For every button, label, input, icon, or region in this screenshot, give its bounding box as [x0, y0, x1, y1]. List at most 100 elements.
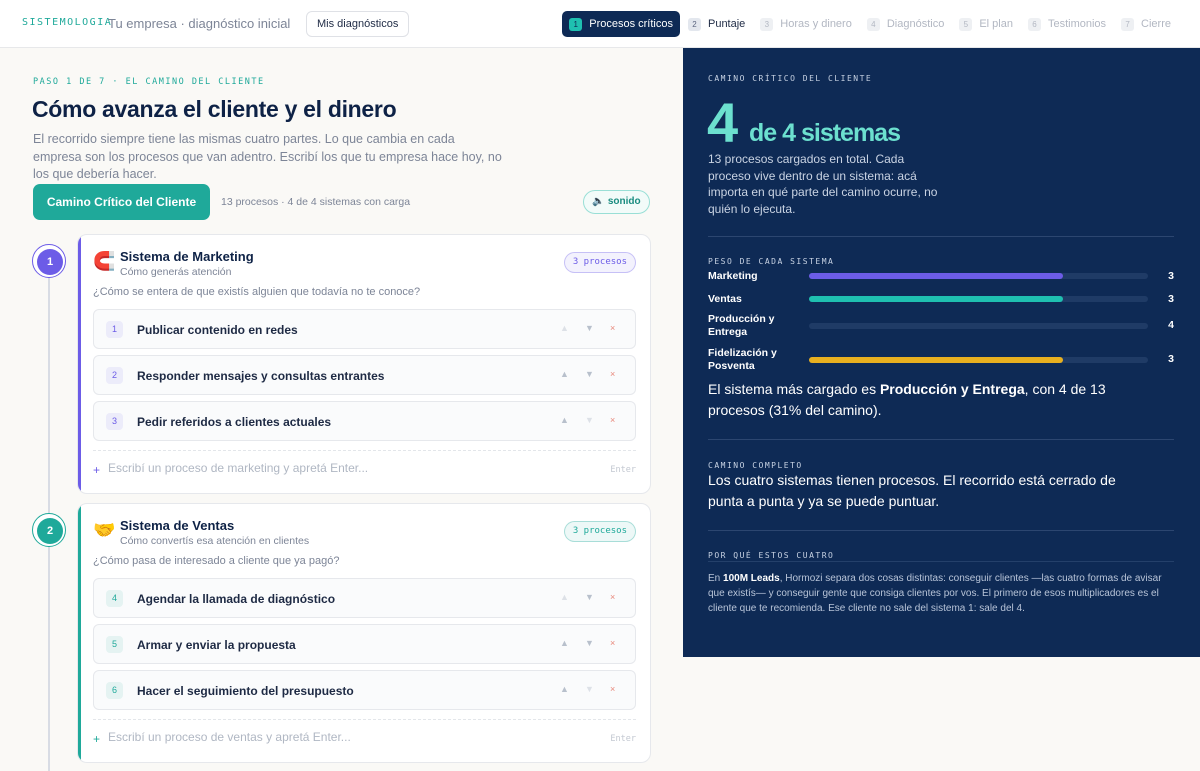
- brand-logo[interactable]: SISTEMOLOGIA: [22, 17, 112, 28]
- step-number: 6: [1027, 17, 1041, 31]
- step-label: Testimonios: [1047, 18, 1107, 30]
- step-label: Procesos críticos: [589, 18, 673, 30]
- enter-hint: Enter: [610, 734, 636, 744]
- process-row: 5 Armar y enviar la propuesta ▲ ▼ ×: [93, 624, 636, 664]
- panel-description: 13 procesos cargados en total. Cada proc…: [708, 152, 938, 216]
- card-accent: [78, 235, 81, 493]
- process-row: 2 Responder mensajes y consultas entrante…: [93, 355, 636, 395]
- step-tab-7[interactable]: 7 Cierre: [1114, 11, 1178, 37]
- weight-value: 4: [1168, 319, 1174, 331]
- heaviest-prefix: El sistema más cargado es: [708, 381, 880, 397]
- page-title: Cómo avanza el cliente y el dinero: [32, 96, 397, 122]
- process-name[interactable]: Publicar contenido en redes: [137, 323, 298, 337]
- heaviest-note: El sistema más cargado es Producción y E…: [708, 379, 1138, 421]
- step-number: 5: [959, 17, 973, 31]
- process-name[interactable]: Hacer el seguimiento del presupuesto: [137, 684, 354, 698]
- move-up-icon[interactable]: ▲: [560, 415, 569, 425]
- why-book: 100M Leads: [723, 573, 780, 584]
- step-label: Horas y dinero: [780, 18, 852, 30]
- weight-bar: [809, 273, 1064, 279]
- process-number: 1: [106, 321, 123, 338]
- step-number: 4: [866, 17, 880, 31]
- why-label: POR QUÉ ESTOS CUATRO: [708, 551, 835, 560]
- company-label: Tu empresa · diagnóstico inicial: [108, 16, 291, 31]
- move-up-icon[interactable]: ▲: [560, 684, 569, 694]
- weight-bar: [809, 296, 1064, 302]
- enter-hint: Enter: [610, 465, 636, 475]
- step-label: El plan: [979, 18, 1013, 30]
- divider: [708, 236, 1174, 237]
- system-subtitle: Cómo convertís esa atención en clientes: [120, 535, 310, 547]
- step-tab-5[interactable]: 5 El plan: [952, 11, 1020, 37]
- move-down-icon[interactable]: ▼: [585, 415, 594, 425]
- process-number: 5: [106, 636, 123, 653]
- why-text: En 100M Leads, Hormozi separa dos cosas …: [708, 571, 1168, 616]
- step-tab-1[interactable]: 1 Procesos críticos: [562, 11, 680, 37]
- weight-value: 3: [1168, 293, 1174, 305]
- my-diagnostics-button[interactable]: Mis diagnósticos: [306, 11, 410, 37]
- step-label: Cierre: [1141, 18, 1171, 30]
- move-up-icon[interactable]: ▲: [560, 638, 569, 648]
- critical-path-button[interactable]: Camino Crítico del Cliente: [33, 184, 210, 220]
- remove-icon[interactable]: ×: [610, 592, 615, 602]
- system-card: 🧲 Sistema de Marketing Cómo generás atenci…: [77, 234, 651, 494]
- top-bar: SISTEMOLOGIA Tu empresa · diagnóstico in…: [0, 0, 1200, 48]
- weight-track: [809, 357, 1148, 363]
- system-title: Sistema de Ventas: [120, 518, 235, 533]
- remove-icon[interactable]: ×: [610, 323, 615, 333]
- move-down-icon[interactable]: ▼: [585, 638, 594, 648]
- divider: [708, 530, 1174, 531]
- remove-icon[interactable]: ×: [610, 415, 615, 425]
- step-tab-2[interactable]: 2 Puntaje: [681, 11, 752, 37]
- remove-icon[interactable]: ×: [610, 638, 615, 648]
- sound-toggle[interactable]: 🔈 sonido: [583, 190, 650, 214]
- step-tab-3[interactable]: 3 Horas y dinero: [753, 11, 859, 37]
- divider: [708, 439, 1174, 440]
- add-process-input[interactable]: [108, 730, 588, 744]
- system-question: ¿Cómo pasa de interesado a cliente que y…: [93, 555, 340, 567]
- weight-label: PESO DE CADA SISTEMA: [708, 257, 835, 266]
- system-subtitle: Cómo generás atención: [120, 266, 232, 278]
- systems-count: 4: [707, 91, 738, 154]
- step-label: Diagnóstico: [886, 18, 945, 30]
- remove-icon[interactable]: ×: [610, 369, 615, 379]
- move-down-icon[interactable]: ▼: [585, 684, 594, 694]
- step-kicker: PASO 1 DE 7 · EL CAMINO DEL CLIENTE: [33, 77, 265, 87]
- system-card: 🤝 Sistema de Ventas Cómo convertís esa ate…: [77, 503, 651, 763]
- system-step-node: 1: [32, 244, 66, 278]
- system-step-number: 2: [37, 518, 63, 544]
- move-down-icon[interactable]: ▼: [585, 323, 594, 333]
- weight-value: 3: [1168, 270, 1174, 282]
- add-process-row: + Enter: [93, 450, 636, 480]
- process-row: 4 Agendar la llamada de diagnóstico ▲ ▼ ×: [93, 578, 636, 618]
- heaviest-name: Producción y Entrega: [879, 381, 1025, 397]
- handshake-icon: 🤝: [93, 520, 116, 541]
- move-up-icon[interactable]: ▲: [560, 369, 569, 379]
- move-up-icon[interactable]: ▲: [560, 592, 569, 602]
- speaker-icon: 🔈: [592, 196, 605, 207]
- weight-track: [809, 323, 1148, 329]
- process-name[interactable]: Responder mensajes y consultas entrantes: [137, 369, 384, 383]
- summary-text: 13 procesos · 4 de 4 sistemas con carga: [221, 196, 411, 208]
- step-number: 2: [687, 17, 701, 31]
- add-process-input[interactable]: [108, 461, 588, 475]
- move-up-icon[interactable]: ▲: [560, 323, 569, 333]
- step-tab-4[interactable]: 4 Diagnóstico: [860, 11, 951, 37]
- move-down-icon[interactable]: ▼: [585, 592, 594, 602]
- move-down-icon[interactable]: ▼: [585, 369, 594, 379]
- process-name[interactable]: Agendar la llamada de diagnóstico: [137, 592, 335, 606]
- system-question: ¿Cómo se entera de que existís alguien q…: [93, 286, 421, 298]
- step-number: 3: [760, 17, 774, 31]
- step-tab-6[interactable]: 6 Testimonios: [1021, 11, 1113, 37]
- weight-label: Marketing: [708, 270, 758, 282]
- process-name[interactable]: Pedir referidos a clientes actuales: [137, 415, 331, 429]
- process-row: 6 Hacer el seguimiento del presupuesto ▲ ▼ ×: [93, 670, 636, 710]
- process-number: 4: [106, 590, 123, 607]
- complete-label: CAMINO COMPLETO: [708, 461, 803, 470]
- intro-text: El recorrido siempre tiene las mismas cu…: [33, 132, 502, 181]
- process-name[interactable]: Armar y enviar la propuesta: [137, 638, 296, 652]
- process-number: 6: [106, 682, 123, 699]
- complete-text: Los cuatro sistemas tienen procesos. El …: [708, 472, 1116, 509]
- remove-icon[interactable]: ×: [610, 684, 615, 694]
- process-row: 3 Pedir referidos a clientes actuales ▲ ▼ ×: [93, 401, 636, 441]
